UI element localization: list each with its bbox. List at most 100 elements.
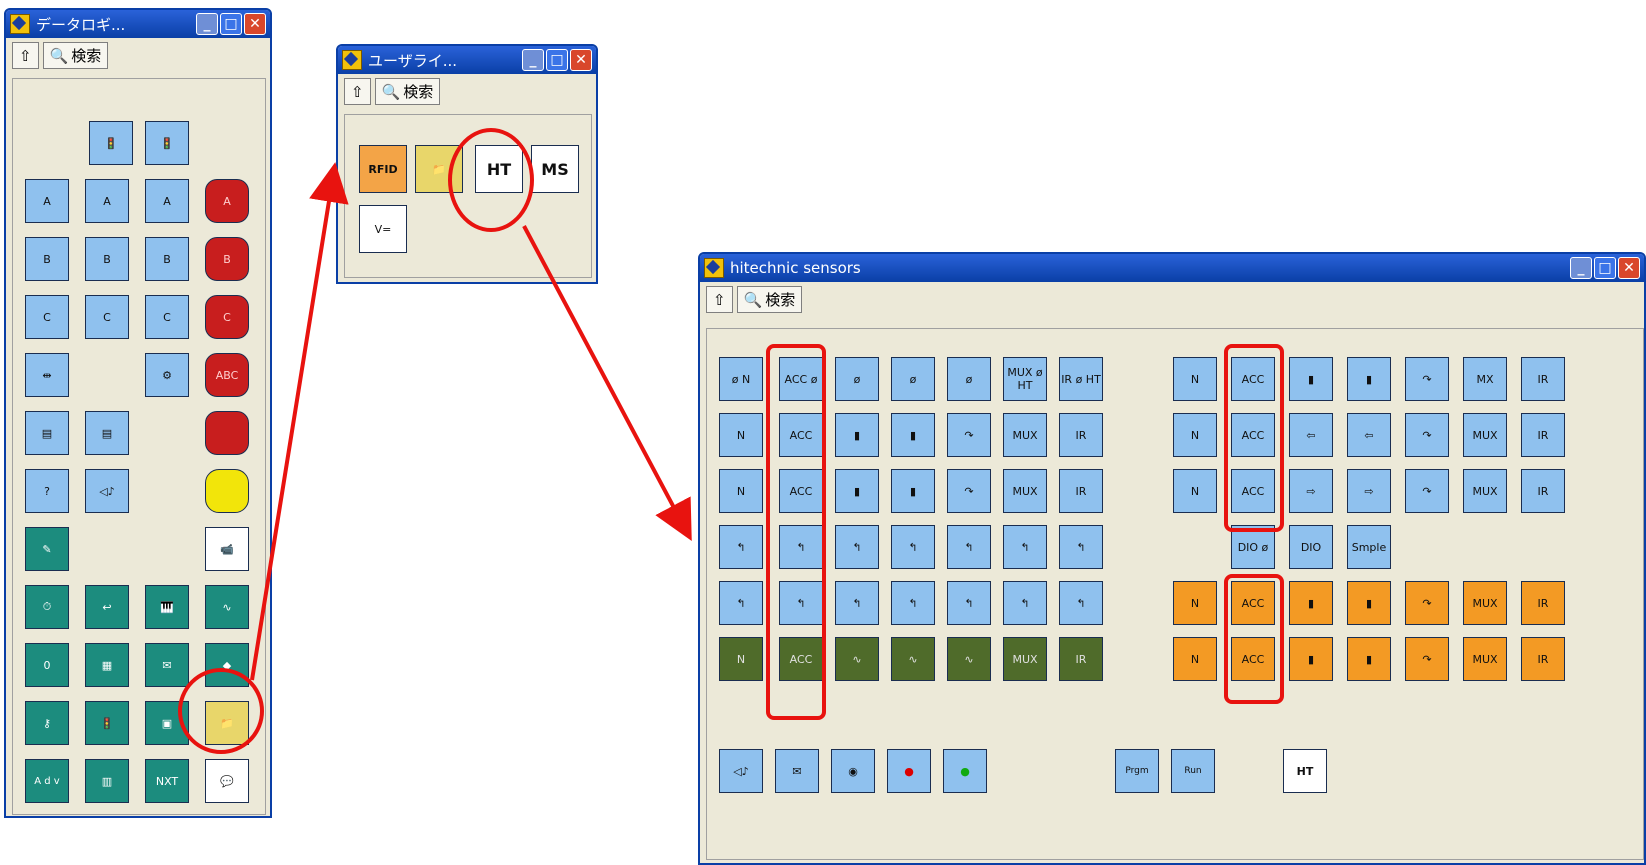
light-graph-icon[interactable]: ∿ (891, 637, 935, 681)
key-icon[interactable]: ⚷ (25, 701, 69, 745)
up-button[interactable]: ⇧ (12, 42, 39, 69)
close-button[interactable]: ✕ (244, 13, 266, 35)
color-right-icon[interactable]: ⇨ (1289, 469, 1333, 513)
mux-up-icon[interactable]: MUX (1463, 581, 1507, 625)
compass-up-icon[interactable]: N (1173, 581, 1217, 625)
search-button[interactable]: 🔍 検索 (374, 78, 441, 105)
basket-icon[interactable]: ▦ (85, 643, 129, 687)
v-icon[interactable]: V= (359, 205, 407, 253)
datalog-titlebar[interactable]: データロギ... _ □ ✕ (6, 10, 270, 38)
light-equal-icon[interactable]: ▮ (891, 469, 935, 513)
ht-block-icon[interactable]: HT (1283, 749, 1327, 793)
rotation-c-icon[interactable]: C (145, 295, 189, 339)
compass-graph-icon[interactable]: N (719, 637, 763, 681)
ir-read-icon[interactable]: IR ø HT (1059, 357, 1103, 401)
stop-b-icon[interactable]: B (205, 237, 249, 281)
light-sensor-icon[interactable]: ▮ (1347, 357, 1391, 401)
mux-left-icon[interactable]: MUX (1463, 413, 1507, 457)
light-read-icon[interactable]: ø (891, 357, 935, 401)
stop-a-icon[interactable]: A (205, 179, 249, 223)
sound-icon[interactable]: ◁♪ (85, 469, 129, 513)
mux-graph-icon[interactable]: MUX (1003, 637, 1047, 681)
maximize-button[interactable]: □ (1594, 257, 1616, 279)
color-sensor-icon[interactable]: ▮ (1289, 357, 1333, 401)
motor-a-icon[interactable]: A (25, 179, 69, 223)
search-button[interactable]: 🔍 検索 (42, 42, 109, 69)
ir-down-icon[interactable]: IR (1521, 637, 1565, 681)
color-up-icon[interactable]: ▮ (1289, 581, 1333, 625)
light-down-icon[interactable]: ▮ (1347, 637, 1391, 681)
minimize-button[interactable]: _ (1570, 257, 1592, 279)
up-button[interactable]: ⇧ (344, 78, 371, 105)
ir-right-icon[interactable]: IR (1521, 469, 1565, 513)
pen-icon[interactable]: ✎ (25, 527, 69, 571)
wave-edit-icon[interactable]: ∿ (205, 585, 249, 629)
mux-down-icon[interactable]: MUX (1463, 637, 1507, 681)
run-block-icon[interactable]: Run (1171, 749, 1215, 793)
close-button[interactable]: ✕ (1618, 257, 1640, 279)
light-up-icon[interactable]: ▮ (1347, 581, 1391, 625)
motor-b-icon[interactable]: B (25, 237, 69, 281)
note-card-icon[interactable]: ✉ (145, 643, 189, 687)
red-dot-block-icon[interactable]: ● (887, 749, 931, 793)
motor-b-reverse-icon[interactable]: B (85, 237, 129, 281)
camera-mic-icon[interactable]: 📹 (205, 527, 249, 571)
yellow-stop-icon[interactable] (205, 469, 249, 513)
light-wait-icon[interactable]: ↰ (891, 525, 935, 569)
adv-icon[interactable]: A d v (25, 759, 69, 803)
program-block-icon[interactable]: Prgm (1115, 749, 1159, 793)
mux-equal-icon[interactable]: MUX (1003, 469, 1047, 513)
up-button[interactable]: ⇧ (706, 286, 733, 313)
sample-icon[interactable]: Smple (1347, 525, 1391, 569)
dio-icon[interactable]: DIO (1289, 525, 1333, 569)
display-block-icon[interactable]: ✉ (775, 749, 819, 793)
motor-pair-icon[interactable]: ▤ (25, 411, 69, 455)
compass-compare-icon[interactable]: N (719, 413, 763, 457)
stop-c-icon[interactable]: C (205, 295, 249, 339)
color-equal-icon[interactable]: ▮ (835, 469, 879, 513)
gyro-read-icon[interactable]: ø (947, 357, 991, 401)
gyro-left-icon[interactable]: ↷ (1405, 413, 1449, 457)
ir-loop-icon[interactable]: ↰ (1059, 581, 1103, 625)
maximize-button[interactable]: □ (220, 13, 242, 35)
ir-left-icon[interactable]: IR (1521, 413, 1565, 457)
ir-equal-icon[interactable]: IR (1059, 469, 1103, 513)
gyro-compare-icon[interactable]: ↷ (947, 413, 991, 457)
mux-wait-icon[interactable]: ↰ (1003, 525, 1047, 569)
color-graph-icon[interactable]: ∿ (835, 637, 879, 681)
ir-graph-icon[interactable]: IR (1059, 637, 1103, 681)
minimize-button[interactable]: _ (522, 49, 544, 71)
ir-sensor-icon[interactable]: IR (1521, 357, 1565, 401)
stop-all-icon[interactable] (205, 411, 249, 455)
light-left-icon[interactable]: ⇦ (1347, 413, 1391, 457)
compass-down-icon[interactable]: N (1173, 637, 1217, 681)
close-button[interactable]: ✕ (570, 49, 592, 71)
ir-wait-icon[interactable]: ↰ (1059, 525, 1103, 569)
question-block-icon[interactable]: ? (25, 469, 69, 513)
compass-left-icon[interactable]: N (1173, 413, 1217, 457)
color-left-icon[interactable]: ⇦ (1289, 413, 1333, 457)
sound-block-icon[interactable]: ◁♪ (719, 749, 763, 793)
gyro-right-icon[interactable]: ↷ (1405, 469, 1449, 513)
gyro-graph-icon[interactable]: ∿ (947, 637, 991, 681)
stop-abc-icon[interactable]: ABC (205, 353, 249, 397)
gyro-equal-icon[interactable]: ↷ (947, 469, 991, 513)
mux-compare-icon[interactable]: MUX (1003, 413, 1047, 457)
ms-icon[interactable]: MS (531, 145, 579, 193)
gyro-wait-icon[interactable]: ↰ (947, 525, 991, 569)
color-compare-icon[interactable]: ▮ (835, 413, 879, 457)
light-compare-icon[interactable]: ▮ (891, 413, 935, 457)
motor-c-reverse-icon[interactable]: C (85, 295, 129, 339)
minimize-button[interactable]: _ (196, 13, 218, 35)
compass-sensor-icon[interactable]: N (1173, 357, 1217, 401)
io-board-icon[interactable]: ▥ (85, 759, 129, 803)
return-icon[interactable]: ↩ (85, 585, 129, 629)
piano-icon[interactable]: 🎹 (145, 585, 189, 629)
gyro-down-icon[interactable]: ↷ (1405, 637, 1449, 681)
mux-loop-icon[interactable]: ↰ (1003, 581, 1047, 625)
gyro-loop-icon[interactable]: ↰ (947, 581, 991, 625)
motor-a-reverse-icon[interactable]: A (85, 179, 129, 223)
hitechnic-titlebar[interactable]: hitechnic sensors _ □ ✕ (700, 254, 1644, 282)
green-dot-block-icon[interactable]: ● (943, 749, 987, 793)
color-read-icon[interactable]: ø (835, 357, 879, 401)
